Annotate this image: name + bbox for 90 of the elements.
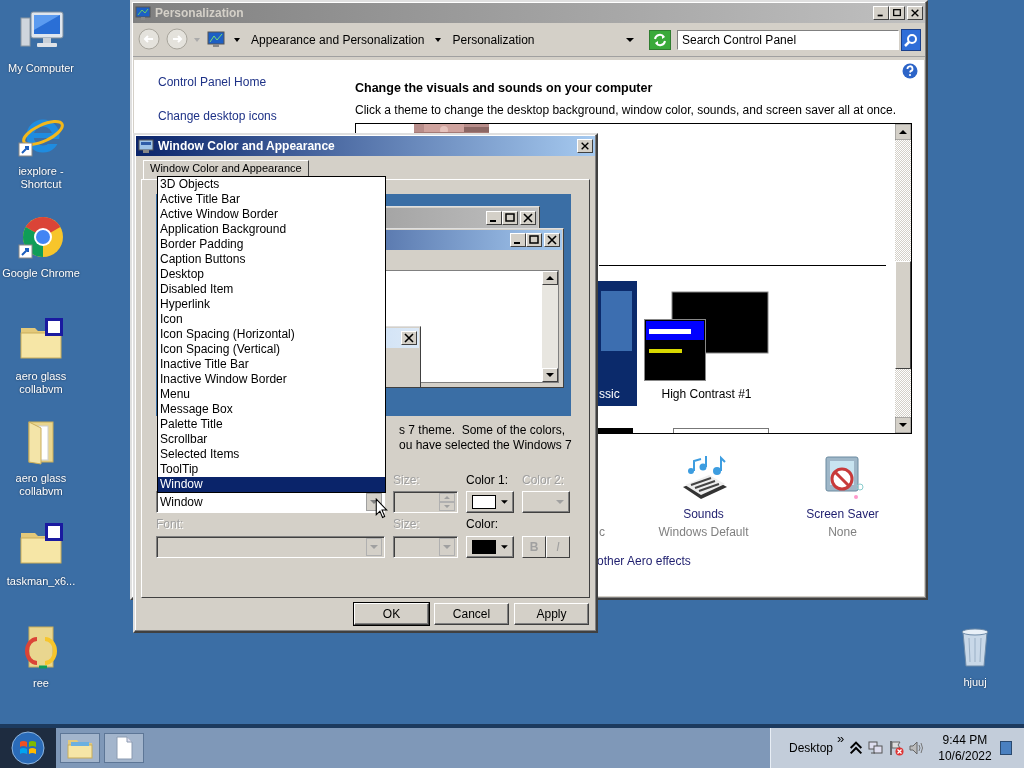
dialog-button[interactable]: OK — [354, 603, 429, 625]
list-option[interactable]: Desktop — [158, 267, 385, 282]
sidebar-link[interactable]: Change desktop icons — [158, 109, 277, 123]
close-icon — [909, 8, 921, 18]
window-title: Personalization — [155, 6, 244, 20]
search-icon — [903, 32, 919, 48]
link[interactable]: other Aero effects — [597, 554, 691, 568]
caret-icon[interactable] — [233, 36, 241, 44]
dialog-button[interactable]: Apply — [514, 603, 589, 625]
refresh-button[interactable] — [649, 30, 671, 50]
list-option[interactable]: Icon Spacing (Horizontal) — [158, 327, 385, 342]
show-hidden-icons-icon[interactable] — [848, 740, 865, 756]
taskbar-button[interactable] — [104, 733, 144, 763]
caret-icon — [501, 543, 508, 551]
setting-value: None — [828, 525, 857, 539]
window-title: Window Color and Appearance — [158, 139, 335, 153]
breadcrumb[interactable]: Personalization — [450, 33, 537, 47]
list-option[interactable]: Inactive Window Border — [158, 372, 385, 387]
list-option[interactable]: 3D Objects — [158, 177, 385, 192]
desktop-icon[interactable]: ree — [0, 623, 82, 726]
description-text: Click a theme to change the desktop background, window color, sounds, and screen saver all at once. — [355, 103, 896, 117]
list-option[interactable]: Palette Title — [158, 417, 385, 432]
scroll-down-icon[interactable] — [895, 417, 911, 433]
list-option[interactable]: Active Title Bar — [158, 192, 385, 207]
list-option[interactable]: Message Box — [158, 402, 385, 417]
color-picker-button[interactable] — [522, 491, 570, 513]
desktop-icon[interactable]: iexplore - Shortcut — [0, 110, 82, 213]
desktop-icon[interactable]: My Computer — [0, 8, 82, 111]
list-option[interactable]: Application Background — [158, 222, 385, 237]
color-picker-button[interactable] — [466, 491, 514, 513]
list-option[interactable]: Active Window Border — [158, 207, 385, 222]
list-option[interactable]: Border Padding — [158, 237, 385, 252]
list-option[interactable]: Hyperlink — [158, 297, 385, 312]
list-option[interactable]: Icon — [158, 312, 385, 327]
list-option[interactable]: Selected Items — [158, 447, 385, 462]
desktop-icon[interactable]: Google Chrome — [0, 213, 82, 316]
sidebar-link[interactable]: Control Panel Home — [158, 75, 267, 89]
desktop-icon[interactable]: aero glass collabvm — [0, 418, 82, 521]
desktop-icon[interactable]: hjuuj — [934, 622, 1016, 725]
theme-tile[interactable]: ssic — [597, 281, 637, 406]
caret-icon — [501, 498, 508, 506]
volume-icon[interactable] — [908, 740, 925, 756]
color-picker-button[interactable] — [466, 536, 514, 558]
monitor-icon — [207, 31, 225, 49]
setting-value: Windows Default — [658, 525, 749, 539]
close-button[interactable] — [577, 139, 593, 153]
scrollbar[interactable] — [895, 124, 911, 433]
caret-icon[interactable] — [626, 36, 634, 44]
desktop-toolbar[interactable]: Desktop — [789, 741, 834, 755]
description-text: s 7 theme. Some of the colors, ou have selected the Windows 7 — [399, 423, 573, 454]
caret-icon — [556, 498, 564, 506]
setting-value: c — [599, 525, 605, 539]
list-option[interactable]: Scrollbar — [158, 432, 385, 447]
list-option[interactable]: Window — [158, 477, 385, 492]
maximize-icon — [891, 8, 903, 18]
monitor-icon — [135, 5, 151, 21]
orb-icon — [10, 730, 46, 766]
clock[interactable]: 9:44 PM 10/6/2022 — [936, 732, 994, 764]
show-desktop-button[interactable] — [999, 741, 1012, 755]
toolbar-chevron[interactable]: » — [837, 731, 845, 746]
list-option[interactable]: Menu — [158, 387, 385, 402]
start-button[interactable] — [0, 728, 56, 768]
section-heading: Change the visuals and sounds on your computer — [355, 81, 653, 95]
setting-link[interactable]: Sounds — [683, 507, 724, 521]
monitor-icon — [138, 138, 154, 154]
size-dropdown[interactable] — [393, 536, 458, 558]
help-icon[interactable] — [902, 63, 918, 79]
field-label: Color: — [466, 516, 499, 533]
search-button[interactable] — [901, 29, 921, 51]
list-option[interactable]: Caption Buttons — [158, 252, 385, 267]
close-icon — [579, 141, 591, 151]
cursor-icon — [375, 498, 388, 519]
list-option[interactable]: Disabled Item — [158, 282, 385, 297]
scroll-up-icon[interactable] — [895, 124, 911, 140]
taskbar-button[interactable] — [60, 733, 100, 763]
desktop-icon[interactable]: aero glass collabvm — [0, 315, 82, 418]
theme-tile[interactable]: High Contrast #1 — [644, 281, 769, 406]
refresh-icon — [652, 32, 668, 48]
desktop-icon[interactable]: taskman_x6... — [0, 520, 82, 623]
field-label: Color 1: — [466, 472, 510, 488]
breadcrumb[interactable]: Appearance and Personalization — [249, 33, 427, 47]
list-option[interactable]: ToolTip — [158, 462, 385, 477]
list-option[interactable]: Icon Spacing (Vertical) — [158, 342, 385, 357]
dialog-button[interactable]: Cancel — [434, 603, 509, 625]
search-field[interactable]: Search Control Panel — [677, 30, 899, 50]
list-option[interactable]: Inactive Title Bar — [158, 357, 385, 372]
setting-link[interactable]: Screen Saver — [806, 507, 879, 521]
theme-preview-drawing — [601, 291, 632, 351]
caret-icon[interactable] — [434, 36, 443, 44]
flag-icon[interactable] — [888, 740, 905, 756]
